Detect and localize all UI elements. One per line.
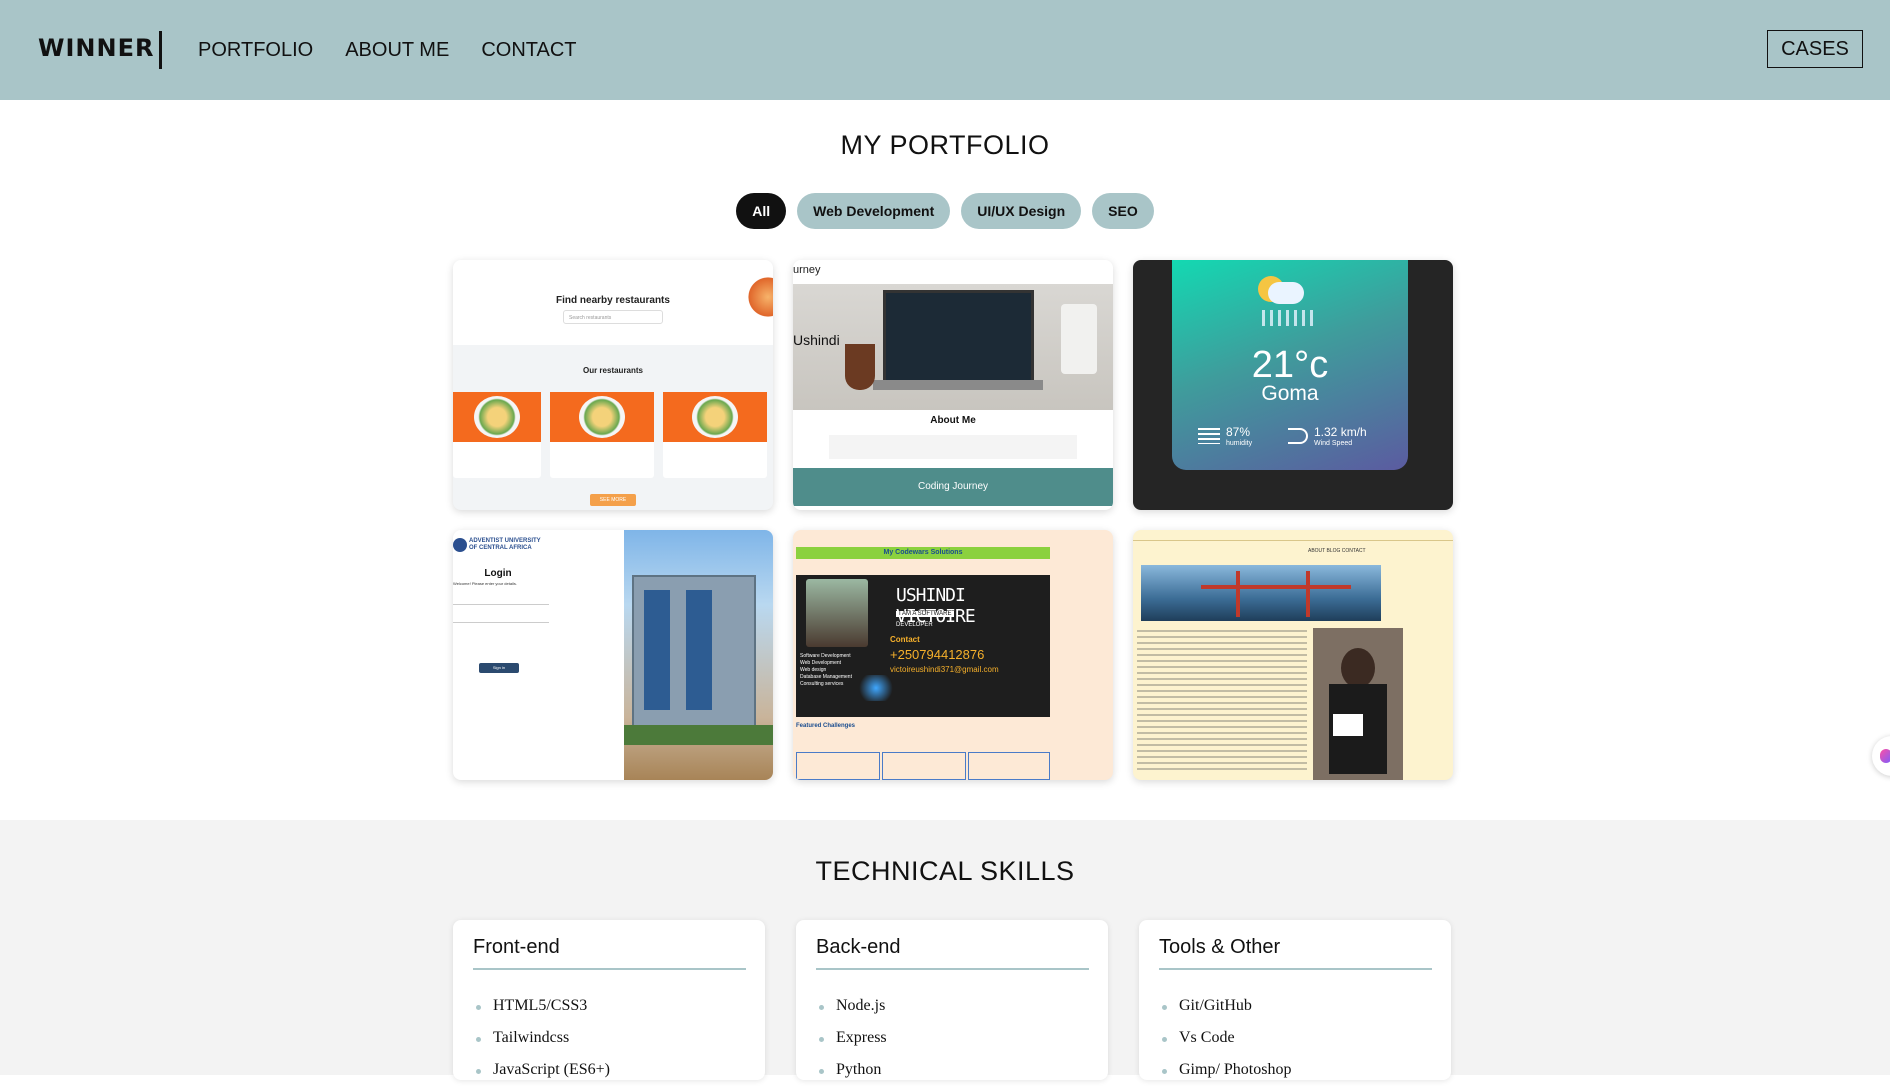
journey-about-heading: About Me bbox=[930, 415, 976, 426]
featured-challenges-heading: Featured Challenges bbox=[796, 723, 856, 729]
login-email-field[interactable] bbox=[453, 596, 549, 605]
restaurants-heading: Find nearby restaurants bbox=[556, 295, 670, 306]
bridge-photo bbox=[1141, 565, 1381, 621]
weather-panel: 21°c Goma 87% humidity 1.32 km/h Wind Sp… bbox=[1172, 260, 1408, 470]
challenge-card-2[interactable] bbox=[882, 752, 966, 780]
graduate-photo bbox=[1313, 628, 1403, 780]
restaurants-subheading: Our restaurants bbox=[582, 366, 644, 375]
project-card-weather[interactable]: 21°c Goma 87% humidity 1.32 km/h Wind Sp… bbox=[1133, 260, 1453, 510]
developer-role-2: DEVELOPER bbox=[896, 622, 933, 628]
university-name: ADVENTIST UNIVERSITY OF CENTRAL AFRICA bbox=[469, 538, 541, 551]
journey-top-text: urney bbox=[793, 264, 821, 276]
project-card-codewars[interactable]: My Codewars Solutions USHINDI VICTOIRE I… bbox=[793, 530, 1113, 780]
nav-link-portfolio[interactable]: PORTFOLIO bbox=[198, 39, 313, 62]
restaurants-see-more-button[interactable]: SEE MORE bbox=[590, 494, 636, 506]
skill-item: Python bbox=[816, 1054, 887, 1086]
floating-assistant-button[interactable] bbox=[1872, 736, 1890, 776]
wind-icon bbox=[1288, 428, 1308, 444]
skill-list: Git/GitHub Vs Code Gimp/ Photoshop bbox=[1159, 990, 1291, 1086]
nav-link-about[interactable]: ABOUT ME bbox=[345, 39, 449, 62]
header-divider bbox=[159, 31, 162, 69]
skill-card-rule bbox=[473, 968, 746, 970]
login-signin-button[interactable]: Sign in bbox=[479, 663, 519, 673]
skill-item: Express bbox=[816, 1022, 887, 1054]
coding-journey-bar[interactable]: Coding Journey bbox=[793, 468, 1113, 506]
nav-link-contact[interactable]: CONTACT bbox=[481, 39, 576, 62]
blog-header-rule bbox=[1133, 540, 1453, 541]
skill-item: Tailwindcss bbox=[473, 1022, 610, 1054]
developer-phone: +250794412876 bbox=[890, 647, 985, 662]
portfolio-title: MY PORTFOLIO bbox=[840, 130, 1050, 160]
cases-button[interactable]: CASES bbox=[1767, 30, 1863, 68]
skill-item: HTML5/CSS3 bbox=[473, 990, 610, 1022]
wind-label: Wind Speed bbox=[1314, 440, 1353, 447]
restaurant-tile-1[interactable] bbox=[453, 392, 541, 478]
university-logo bbox=[453, 538, 467, 552]
skill-card-tools: Tools & Other Git/GitHub Vs Code Gimp/ P… bbox=[1139, 920, 1451, 1080]
skill-list: HTML5/CSS3 Tailwindcss JavaScript (ES6+) bbox=[473, 990, 610, 1086]
login-password-field[interactable] bbox=[453, 614, 549, 623]
skill-card-title: Back-end bbox=[816, 936, 901, 958]
journey-about-text bbox=[829, 435, 1077, 459]
snow-icon bbox=[1262, 310, 1318, 326]
campus-building-photo bbox=[624, 530, 773, 780]
skill-card-title: Tools & Other bbox=[1159, 936, 1281, 958]
project-card-coding-journey[interactable]: urney Ushindi About Me Coding Journey bbox=[793, 260, 1113, 510]
wind-value: 1.32 km/h bbox=[1314, 425, 1367, 439]
restaurant-tile-3[interactable] bbox=[663, 392, 767, 478]
skill-card-title: Front-end bbox=[473, 936, 560, 958]
developer-role-1: I AM A SOFTWARE bbox=[896, 611, 955, 617]
filter-seo[interactable]: SEO bbox=[1092, 193, 1154, 229]
skill-item: JavaScript (ES6+) bbox=[473, 1054, 610, 1086]
tech-graphic bbox=[856, 675, 896, 701]
developer-profile-card: USHINDI VICTOIRE I AM A SOFTWARE DEVELOP… bbox=[796, 575, 1050, 717]
challenge-card-3[interactable] bbox=[968, 752, 1050, 780]
skill-item: Node.js bbox=[816, 990, 887, 1022]
humidity-value: 87% bbox=[1226, 425, 1251, 439]
site-header: WINNER PORTFOLIO ABOUT ME CONTACT CASES bbox=[0, 0, 1890, 100]
filter-ui-ux-design[interactable]: UI/UX Design bbox=[961, 193, 1082, 229]
codewars-banner: My Codewars Solutions bbox=[796, 547, 1050, 559]
main-nav: PORTFOLIO ABOUT ME CONTACT bbox=[198, 39, 577, 62]
skill-item: Gimp/ Photoshop bbox=[1159, 1054, 1291, 1086]
login-subtitle: Welcome! Please enter your details. bbox=[453, 581, 517, 586]
filter-all[interactable]: All bbox=[736, 193, 787, 229]
cloud-icon bbox=[1268, 282, 1304, 304]
blog-nav: ABOUT BLOG CONTACT bbox=[1308, 548, 1366, 554]
skill-card-backend: Back-end Node.js Express Python bbox=[796, 920, 1108, 1080]
developer-name: USHINDI VICTOIRE bbox=[896, 585, 976, 627]
skills-title: TECHNICAL SKILLS bbox=[815, 856, 1075, 886]
blog-article-text bbox=[1137, 630, 1307, 770]
skill-card-rule bbox=[816, 968, 1089, 970]
skill-item: Vs Code bbox=[1159, 1022, 1291, 1054]
developer-email: victoireushindi371@gmail.com bbox=[890, 665, 999, 674]
developer-photo bbox=[806, 579, 868, 647]
weather-city: Goma bbox=[1261, 382, 1319, 405]
contact-label: Contact bbox=[890, 635, 920, 644]
restaurants-search-input[interactable]: Search restaurants bbox=[563, 310, 663, 324]
skill-list: Node.js Express Python bbox=[816, 990, 887, 1086]
project-card-login[interactable]: ADVENTIST UNIVERSITY OF CENTRAL AFRICA L… bbox=[453, 530, 773, 780]
skill-card-frontend: Front-end HTML5/CSS3 Tailwindcss JavaScr… bbox=[453, 920, 765, 1080]
challenge-card-1[interactable] bbox=[796, 752, 880, 780]
assistant-icon bbox=[1880, 749, 1890, 763]
site-logo[interactable]: WINNER bbox=[38, 34, 154, 62]
humidity-icon bbox=[1198, 428, 1220, 444]
login-title: Login bbox=[484, 568, 512, 579]
filter-web-development[interactable]: Web Development bbox=[797, 193, 951, 229]
project-card-restaurants[interactable]: Find nearby restaurants Search restauran… bbox=[453, 260, 773, 510]
restaurant-tile-2[interactable] bbox=[550, 392, 654, 478]
weather-temperature: 21°c bbox=[1251, 344, 1329, 386]
project-card-blog[interactable]: ABOUT BLOG CONTACT bbox=[1133, 530, 1453, 780]
skill-card-rule bbox=[1159, 968, 1432, 970]
portfolio-filters: All Web Development UI/UX Design SEO bbox=[0, 193, 1890, 229]
developer-skills-list: Software Development Web Development Web… bbox=[800, 653, 852, 687]
laptop-photo bbox=[793, 284, 1113, 410]
humidity-label: humidity bbox=[1226, 440, 1253, 447]
skill-item: Git/GitHub bbox=[1159, 990, 1291, 1022]
journey-name: Ushindi bbox=[793, 332, 840, 348]
